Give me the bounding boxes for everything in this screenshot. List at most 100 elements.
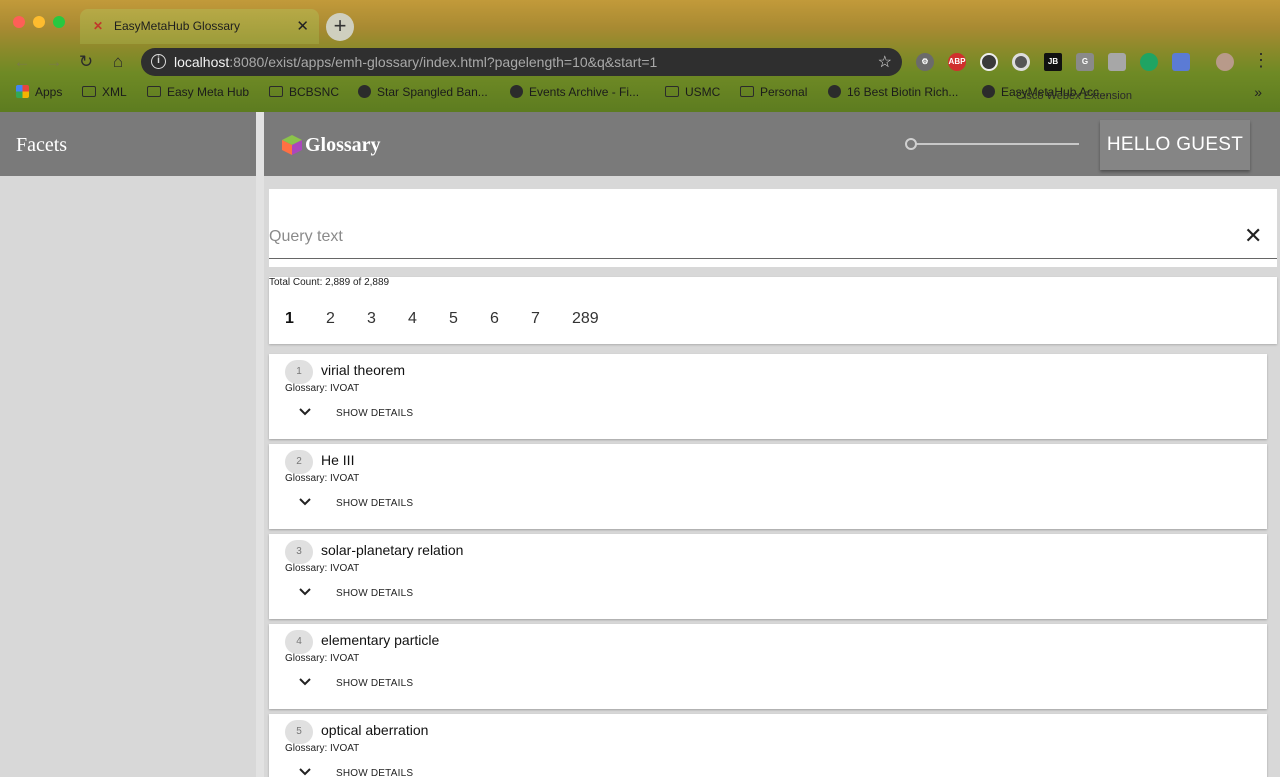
forward-icon[interactable]: → — [44, 52, 64, 72]
chevron-down-icon[interactable] — [298, 765, 312, 777]
app-header: Glossary HELLO GUEST — [264, 112, 1280, 176]
extension-tooltip: Cisco Webex Extension — [1016, 90, 1132, 102]
favicon-icon: ✕ — [93, 19, 104, 33]
chevron-down-icon[interactable] — [298, 585, 312, 599]
search-card: ✕ — [269, 189, 1277, 267]
bookmark-easy-meta-hub[interactable]: Easy Meta Hub — [147, 85, 249, 99]
settings-extension-icon[interactable]: ⚙ — [916, 53, 934, 71]
tab-close-icon[interactable]: ✕ — [296, 17, 309, 35]
browser-toolbar: ← → ↻ ⌂ i localhost:8080/exist/apps/emh-… — [0, 44, 1280, 80]
profile-avatar[interactable] — [1216, 53, 1234, 71]
maximize-window-button[interactable] — [53, 16, 65, 28]
tab-title: EasyMetaHub Glossary — [114, 19, 241, 33]
page-link-4[interactable]: 4 — [408, 310, 417, 328]
browser-chrome: ✕ EasyMetaHub Glossary ✕ + ← → ↻ ⌂ i loc… — [0, 0, 1280, 112]
jetbrains-extension-icon[interactable]: JB — [1044, 53, 1062, 71]
bookmark-personal[interactable]: Personal — [740, 85, 807, 99]
bookmark-xml[interactable]: XML — [82, 85, 127, 99]
folder-icon — [269, 86, 283, 97]
facets-title: Facets — [16, 134, 68, 156]
bookmark-label: BCBSNC — [289, 85, 340, 99]
bookmark-biotin[interactable]: 16 Best Biotin Rich... — [828, 85, 958, 99]
calendar-extension-icon[interactable] — [1172, 53, 1190, 71]
query-input[interactable] — [269, 225, 1229, 249]
bookmark-star-spangled[interactable]: Star Spangled Ban... — [358, 85, 488, 99]
bookmark-label: Star Spangled Ban... — [377, 85, 488, 99]
bookmark-label: XML — [102, 85, 127, 99]
result-glossary: Glossary: IVOAT — [285, 653, 360, 664]
new-tab-button[interactable]: + — [326, 13, 354, 41]
result-number-badge: 2 — [285, 450, 313, 474]
result-card: 2 He III Glossary: IVOAT SHOW DETAILS — [269, 444, 1267, 529]
result-number-badge: 1 — [285, 360, 313, 384]
show-details-button[interactable]: SHOW DETAILS — [336, 588, 413, 599]
bookmark-label: USMC — [685, 85, 721, 99]
bookmark-events-archive[interactable]: Events Archive - Fi... — [510, 85, 639, 99]
code-extension-icon[interactable] — [980, 53, 998, 71]
result-term[interactable]: He III — [321, 452, 354, 468]
page-link-3[interactable]: 3 — [367, 310, 376, 328]
result-card: 1 virial theorem Glossary: IVOAT SHOW DE… — [269, 354, 1267, 439]
site-info-icon[interactable]: i — [151, 54, 166, 69]
globe-icon — [982, 85, 995, 98]
circle-extension-icon[interactable] — [1012, 53, 1030, 71]
grammar-extension-icon[interactable]: G — [1076, 53, 1094, 71]
bookmarks-overflow-icon[interactable]: » — [1254, 84, 1262, 100]
result-term[interactable]: optical aberration — [321, 722, 428, 738]
folder-icon — [665, 86, 679, 97]
chevron-down-icon[interactable] — [298, 495, 312, 509]
bookmark-star-icon[interactable]: ☆ — [878, 52, 892, 72]
result-glossary: Glossary: IVOAT — [285, 563, 360, 574]
address-bar[interactable]: i localhost:8080/exist/apps/emh-glossary… — [141, 48, 902, 76]
page-link-7[interactable]: 7 — [531, 310, 540, 328]
folder-icon — [740, 86, 754, 97]
translate-extension-icon[interactable] — [1108, 53, 1126, 71]
result-number-badge: 3 — [285, 540, 313, 564]
bookmark-usmc[interactable]: USMC — [665, 85, 720, 99]
browser-tab[interactable]: ✕ EasyMetaHub Glossary ✕ — [80, 9, 319, 44]
logo-cube-icon — [282, 135, 302, 155]
reload-icon[interactable]: ↻ — [76, 52, 96, 72]
result-card: 4 elementary particle Glossary: IVOAT SH… — [269, 624, 1267, 709]
result-number-badge: 5 — [285, 720, 313, 744]
page-link-6[interactable]: 6 — [490, 310, 499, 328]
bookmark-apps[interactable]: Apps — [16, 85, 62, 99]
close-window-button[interactable] — [13, 16, 25, 28]
adblock-extension-icon[interactable]: ABP — [948, 53, 966, 71]
minimize-window-button[interactable] — [33, 16, 45, 28]
chat-extension-icon[interactable] — [1140, 53, 1158, 71]
tab-strip: ✕ EasyMetaHub Glossary ✕ + — [0, 0, 1280, 44]
browser-menu-icon[interactable]: ⋮ — [1252, 50, 1270, 71]
show-details-button[interactable]: SHOW DETAILS — [336, 408, 413, 419]
back-icon[interactable]: ← — [12, 52, 32, 72]
bookmark-label: Personal — [760, 85, 808, 99]
home-icon[interactable]: ⌂ — [108, 52, 128, 72]
facets-panel — [0, 176, 256, 777]
folder-icon — [147, 86, 161, 97]
user-button[interactable]: HELLO GUEST — [1100, 120, 1250, 170]
result-term[interactable]: virial theorem — [321, 362, 405, 378]
chevron-down-icon[interactable] — [298, 405, 312, 419]
show-details-button[interactable]: SHOW DETAILS — [336, 768, 413, 777]
page-link-last[interactable]: 289 — [572, 310, 599, 328]
slider-track[interactable] — [909, 143, 1079, 145]
result-glossary: Glossary: IVOAT — [285, 473, 360, 484]
pager-card: Total Count: 2,889 of 2,889 1 2 3 4 5 6 … — [269, 277, 1277, 344]
clear-search-icon[interactable]: ✕ — [1244, 225, 1262, 247]
url-text[interactable]: localhost:8080/exist/apps/emh-glossary/i… — [174, 54, 657, 70]
result-term[interactable]: elementary particle — [321, 632, 439, 648]
bookmark-bcbsnc[interactable]: BCBSNC — [269, 85, 339, 99]
globe-icon — [358, 85, 371, 98]
page-link-5[interactable]: 5 — [449, 310, 458, 328]
result-term[interactable]: solar-planetary relation — [321, 542, 463, 558]
show-details-button[interactable]: SHOW DETAILS — [336, 678, 413, 689]
chevron-down-icon[interactable] — [298, 675, 312, 689]
bookmark-label: Easy Meta Hub — [167, 85, 250, 99]
input-underline — [269, 258, 1277, 259]
slider-handle[interactable] — [905, 138, 917, 150]
page-link-1[interactable]: 1 — [285, 310, 294, 328]
result-number-badge: 4 — [285, 630, 313, 654]
total-count: Total Count: 2,889 of 2,889 — [269, 277, 390, 288]
show-details-button[interactable]: SHOW DETAILS — [336, 498, 413, 509]
page-link-2[interactable]: 2 — [326, 310, 335, 328]
